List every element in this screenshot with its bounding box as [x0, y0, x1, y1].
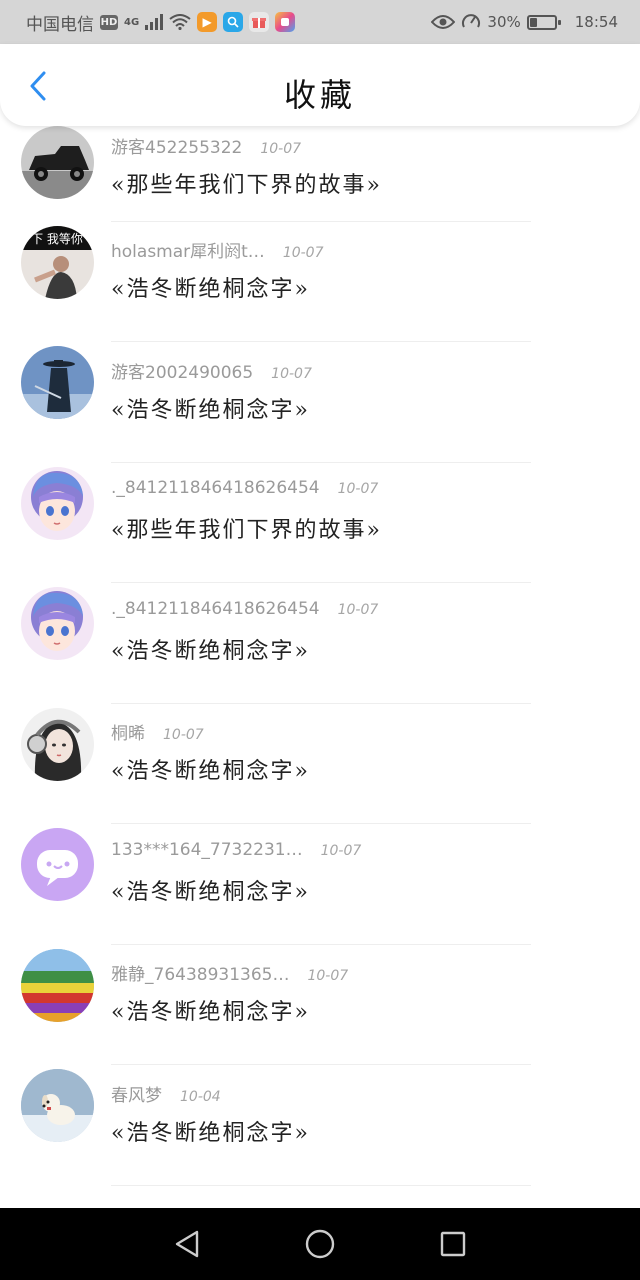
nav-back-button[interactable]: [162, 1219, 212, 1269]
date: 10-07: [307, 968, 349, 984]
favorite-item[interactable]: ._841211846418626454 10-07 «浩冬断绝桐念字»: [0, 587, 640, 708]
battery-percent: 30%: [487, 13, 521, 31]
flower-field-avatar[interactable]: [21, 948, 94, 1022]
item-meta: 春风梦 10-04: [111, 1081, 221, 1106]
status-bar-left: 中国电信 HD 4G ▶: [26, 10, 296, 35]
username: 133***164_7732231…: [111, 839, 303, 860]
divider: [111, 461, 531, 463]
navigation-bar: [0, 1208, 640, 1280]
nav-recents-button[interactable]: [428, 1219, 478, 1269]
clock: 18:54: [574, 13, 618, 31]
divider: [111, 221, 531, 222]
avatar-caption: 下 我等你: [31, 232, 83, 246]
divider: [111, 823, 531, 824]
item-title[interactable]: «浩冬断绝桐念字»: [111, 271, 310, 303]
page-title: 收藏: [283, 76, 356, 114]
favorite-item[interactable]: 桐晞 10-07 «浩冬断绝桐念字»: [0, 707, 640, 828]
item-title[interactable]: «浩冬断绝桐念字»: [111, 1115, 310, 1147]
divider: [111, 341, 531, 342]
network-type: 4G: [124, 16, 140, 28]
vintage-car-avatar[interactable]: [21, 126, 94, 199]
username: 雅静_76438931365…: [111, 965, 290, 985]
item-meta: ._841211846418626454 10-07: [111, 478, 378, 498]
item-meta: 133***164_7732231… 10-07: [111, 840, 361, 860]
search-app-icon: [223, 12, 244, 32]
username: 游客2002490065: [111, 362, 254, 383]
item-title[interactable]: «浩冬断绝桐念字»: [111, 994, 310, 1026]
signal-icon: [145, 14, 164, 30]
person-text-avatar[interactable]: 下 我等你: [21, 225, 94, 299]
divider: [111, 1184, 531, 1186]
date: 10-07: [337, 481, 379, 497]
chat-bubble-avatar[interactable]: [21, 828, 94, 901]
video-app-icon: ▶: [197, 12, 218, 32]
divider: [111, 582, 531, 583]
username: 游客452255322: [111, 138, 243, 158]
anime-girl-avatar[interactable]: [21, 587, 94, 660]
store-app-icon: [275, 12, 296, 32]
item-meta: 游客452255322 10-07: [111, 133, 301, 158]
favorite-item[interactable]: 游客2002490065 10-07 «浩冬断绝桐念字»: [0, 346, 640, 467]
date: 10-07: [163, 727, 204, 743]
battery-level: [529, 17, 537, 27]
speedometer-icon: [462, 14, 481, 28]
item-title[interactable]: «浩冬断绝桐念字»: [111, 633, 310, 665]
date: 10-07: [320, 842, 362, 859]
home-circle-icon: [305, 1229, 335, 1259]
battery-icon: [526, 14, 561, 30]
dog-snow-avatar[interactable]: [21, 1069, 94, 1142]
back-triangle-icon: [175, 1230, 198, 1258]
recents-square-icon: [441, 1231, 466, 1257]
item-title[interactable]: «那些年我们下界的故事»: [111, 167, 382, 199]
item-meta: ._841211846418626454 10-07: [111, 599, 378, 619]
status-bar: 中国电信 HD 4G ▶ 30% 18:54: [0, 0, 640, 44]
date: 10-07: [282, 245, 324, 261]
wifi-icon: [169, 14, 191, 30]
item-title[interactable]: «浩冬断绝桐念字»: [111, 392, 310, 424]
item-title[interactable]: «浩冬断绝桐念字»: [111, 874, 310, 906]
divider: [111, 702, 531, 704]
favorite-item[interactable]: ._841211846418626454 10-07 «那些年我们下界的故事»: [0, 466, 640, 587]
username: 桐晞: [111, 724, 145, 744]
date: 10-07: [260, 141, 302, 157]
item-meta: 游客2002490065 10-07: [111, 358, 312, 383]
date: 10-04: [180, 1088, 221, 1105]
date: 10-07: [271, 365, 312, 382]
item-title[interactable]: «浩冬断绝桐念字»: [111, 753, 310, 785]
status-bar-right: 30% 18:54: [431, 12, 618, 32]
hd-badge: HD: [100, 14, 118, 30]
eye-icon: [431, 15, 456, 29]
username: holasmar犀利阏t…: [111, 242, 265, 262]
item-meta: 桐晞 10-07: [111, 719, 204, 744]
username: ._841211846418626454: [111, 478, 320, 498]
divider: [111, 1064, 531, 1065]
username: ._841211846418626454: [111, 598, 320, 619]
date: 10-07: [337, 601, 379, 618]
favorite-item[interactable]: 春风梦 10-04 «浩冬断绝桐念字»: [0, 1069, 640, 1190]
favorite-item[interactable]: 下 我等你 holasmar犀利阏t… 10-07 «浩冬断绝桐念字»: [0, 225, 640, 346]
item-meta: 雅静_76438931365… 10-07: [111, 960, 348, 985]
favorites-list[interactable]: 游客452255322 10-07 «那些年我们下界的故事» 下 我等你 holas…: [0, 125, 640, 1208]
swordsman-avatar[interactable]: [21, 346, 94, 419]
divider: [111, 943, 531, 945]
girl-headphones-avatar[interactable]: [21, 707, 94, 781]
header: 收藏: [0, 44, 640, 126]
favorite-item[interactable]: 133***164_7732231… 10-07 «浩冬断绝桐念字»: [0, 828, 640, 949]
carrier-label: 中国电信: [26, 14, 94, 35]
item-meta: holasmar犀利阏t… 10-07: [111, 237, 324, 262]
anime-girl-avatar[interactable]: [21, 466, 94, 540]
favorite-item[interactable]: 雅静_76438931365… 10-07 «浩冬断绝桐念字»: [0, 948, 640, 1069]
item-title[interactable]: «那些年我们下界的故事»: [111, 512, 382, 544]
gift-app-icon: [249, 12, 270, 32]
username: 春风梦: [111, 1085, 162, 1106]
nav-home-button[interactable]: [295, 1219, 345, 1269]
favorite-item[interactable]: 游客452255322 10-07 «那些年我们下界的故事»: [0, 125, 640, 225]
